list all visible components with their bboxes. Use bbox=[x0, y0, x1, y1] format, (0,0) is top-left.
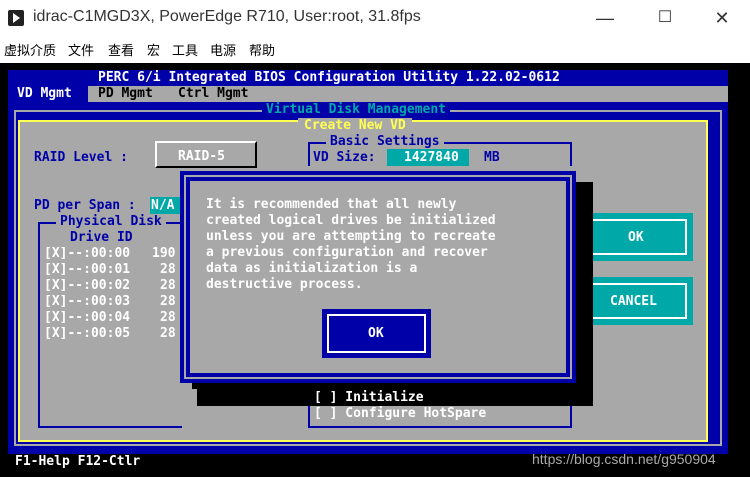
watermark: https://blog.csdn.net/g950904 bbox=[532, 451, 716, 467]
menu-file[interactable]: 文件 bbox=[68, 40, 94, 59]
initialize-checkbox[interactable]: [ ] Initialize bbox=[314, 390, 424, 406]
tab-ctrl-mgmt[interactable]: Ctrl Mgmt bbox=[178, 86, 248, 102]
maximize-button[interactable]: ☐ bbox=[645, 6, 685, 30]
bios-header-title: PERC 6/i Integrated BIOS Configuration U… bbox=[98, 70, 560, 85]
drive-row-1-size: 28 bbox=[160, 262, 176, 277]
menu-help[interactable]: 帮助 bbox=[249, 40, 275, 59]
vd-size-value: 1427840 bbox=[404, 150, 459, 165]
drive-row-3-size: 28 bbox=[160, 294, 176, 309]
dialog-line-3: unless you are attempting to recreate bbox=[206, 229, 496, 244]
ok-button-label: OK bbox=[628, 230, 644, 245]
drive-row-0-id[interactable]: [X]--:00:00 bbox=[44, 246, 130, 262]
menu-virtual-media[interactable]: 虚拟介质 bbox=[4, 40, 56, 59]
minimize-button[interactable]: — bbox=[585, 6, 625, 30]
footer-help: F1-Help F12-Ctlr bbox=[15, 454, 141, 469]
pd-per-span-label: PD per Span : bbox=[34, 198, 136, 213]
menu-view[interactable]: 查看 bbox=[108, 40, 134, 59]
dialog-line-2: created logical drives be initialized bbox=[206, 213, 496, 228]
drive-row-2-size: 28 bbox=[160, 278, 176, 293]
dialog-ok-button-label: OK bbox=[368, 326, 384, 341]
vd-size-unit: MB bbox=[484, 150, 500, 165]
drive-row-4-size: 28 bbox=[160, 310, 176, 325]
dialog-line-6: destructive process. bbox=[206, 277, 363, 292]
pd-per-span-value: N/A bbox=[151, 198, 175, 213]
basic-settings-title: Basic Settings bbox=[326, 134, 444, 150]
menu-macro[interactable]: 宏 bbox=[147, 40, 160, 59]
dialog-line-4: a previous configuration and recover bbox=[206, 245, 488, 260]
drive-row-5-id[interactable]: [X]--:00:05 bbox=[44, 326, 130, 342]
drive-row-2-id[interactable]: [X]--:00:02 bbox=[44, 278, 130, 294]
cancel-button-label: CANCEL bbox=[610, 294, 657, 309]
tab-pd-mgmt[interactable]: PD Mgmt bbox=[98, 86, 153, 102]
create-vd-title: Create New VD bbox=[298, 118, 412, 134]
drive-row-0-size: 190 bbox=[152, 246, 176, 261]
drive-row-3-id[interactable]: [X]--:00:03 bbox=[44, 294, 130, 310]
window-title: idrac-C1MGD3X, PowerEdge R710, User:root… bbox=[33, 8, 421, 25]
drive-row-1-id[interactable]: [X]--:00:01 bbox=[44, 262, 130, 278]
dialog-line-1: It is recommended that all newly bbox=[206, 197, 457, 212]
vd-management-title: Virtual Disk Management bbox=[262, 102, 451, 118]
menu-power[interactable]: 电源 bbox=[210, 40, 236, 59]
configure-hotspare-checkbox[interactable]: [ ] Configure HotSpare bbox=[314, 406, 486, 422]
physical-disk-title: Physical Disk bbox=[56, 214, 166, 230]
drive-id-header: Drive ID bbox=[70, 230, 133, 245]
dialog-line-5: data as initialization is a bbox=[206, 261, 418, 276]
menu-tools[interactable]: 工具 bbox=[172, 40, 198, 59]
drive-row-5-size: 28 bbox=[160, 326, 176, 341]
raid-level-label: RAID Level : bbox=[34, 150, 128, 165]
app-icon bbox=[8, 10, 24, 26]
vd-size-label: VD Size: bbox=[313, 150, 376, 165]
tab-vd-mgmt[interactable]: VD Mgmt bbox=[17, 86, 72, 102]
drive-row-4-id[interactable]: [X]--:00:04 bbox=[44, 310, 130, 326]
raid-level-value: RAID-5 bbox=[178, 149, 225, 164]
close-button[interactable]: ✕ bbox=[702, 6, 742, 30]
bios-screen: PERC 6/i Integrated BIOS Configuration U… bbox=[0, 63, 750, 477]
